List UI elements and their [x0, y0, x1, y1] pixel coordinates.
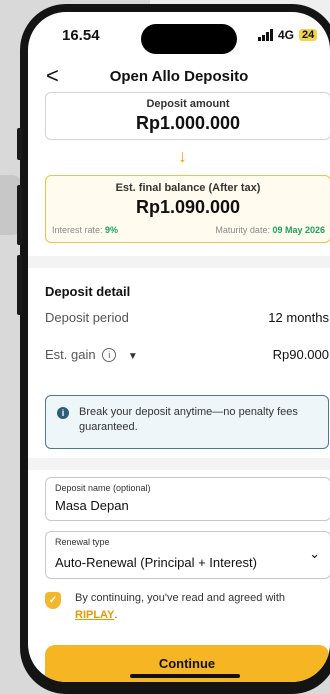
deposit-name-label: Deposit name (optional) — [55, 483, 151, 493]
arrow-down-icon: ↓ — [178, 146, 187, 166]
deposit-name-field[interactable]: Deposit name (optional) Masa Depan — [45, 477, 330, 521]
info-icon[interactable]: i — [102, 348, 117, 362]
dynamic-island — [141, 24, 237, 54]
est-gain-label: Est. gain — [45, 347, 96, 362]
deposit-name-value[interactable]: Masa Depan — [55, 498, 129, 513]
home-indicator — [130, 674, 240, 678]
consent-text: By continuing, you've read and agreed wi… — [75, 590, 325, 624]
interest-rate-label: Interest rate: — [52, 225, 106, 235]
page-header: < Open Allo Deposito — [28, 64, 330, 94]
est-gain-row[interactable]: Est. gain i ▼ Rp90.000 — [45, 347, 329, 362]
riplay-link[interactable]: RIPLAY — [75, 609, 114, 621]
page-title: Open Allo Deposito — [109, 68, 249, 85]
consent-text-body: By continuing, you've read and agreed wi… — [75, 592, 286, 604]
consent-text-suffix: . — [114, 609, 118, 621]
deposit-detail-title: Deposit detail — [45, 284, 131, 299]
app-screen: 16.54 4G 24 < Open Allo Deposito Deposit… — [28, 12, 330, 682]
network-type: 4G — [278, 28, 295, 42]
status-bar: 16.54 4G 24 — [28, 12, 330, 54]
est-gain-value: Rp90.000 — [272, 347, 329, 362]
interest-rate-value: 9% — [105, 225, 119, 235]
maturity-date: Maturity date: 09 May 2026 — [215, 225, 325, 235]
renewal-type-value: Auto-Renewal (Principal + Interest) — [55, 555, 257, 570]
renewal-type-label: Renewal type — [55, 537, 110, 547]
side-button — [17, 255, 22, 315]
info-icon: i — [57, 407, 69, 419]
info-banner: i Break your deposit anytime—no penalty … — [45, 395, 329, 449]
section-divider — [28, 458, 330, 470]
deposit-period-label: Deposit period — [45, 310, 129, 325]
caret-down-icon[interactable]: ▼ — [128, 351, 138, 362]
deposit-amount-label: Deposit amount — [146, 98, 230, 110]
deposit-period-value: 12 months — [268, 310, 329, 325]
final-balance-label: Est. final balance (After tax) — [115, 182, 261, 194]
shield-check-icon: ✓ — [45, 592, 61, 609]
interest-rate: Interest rate: 9% — [52, 225, 118, 235]
maturity-date-value: 09 May 2026 — [272, 225, 325, 235]
info-banner-text: Break your deposit anytime—no penalty fe… — [79, 406, 298, 433]
final-balance-value: Rp1.090.000 — [135, 197, 241, 217]
section-divider — [28, 256, 330, 268]
battery-level: 24 — [299, 29, 318, 41]
maturity-date-label: Maturity date: — [215, 225, 273, 235]
side-button — [17, 128, 22, 160]
deposit-period-row: Deposit period 12 months — [45, 310, 329, 325]
deposit-amount-box[interactable]: Deposit amount Rp1.000.000 — [45, 92, 330, 140]
status-indicators: 4G 24 — [258, 28, 318, 42]
status-time: 16.54 — [62, 27, 100, 44]
signal-icon — [258, 29, 273, 41]
renewal-type-select[interactable]: Renewal type Auto-Renewal (Principal + I… — [45, 531, 330, 579]
side-button — [17, 185, 22, 245]
final-balance-box: Est. final balance (After tax) Rp1.090.0… — [45, 175, 330, 243]
deposit-amount-value: Rp1.000.000 — [135, 113, 241, 133]
chevron-down-icon[interactable]: ⌄ — [309, 546, 320, 562]
